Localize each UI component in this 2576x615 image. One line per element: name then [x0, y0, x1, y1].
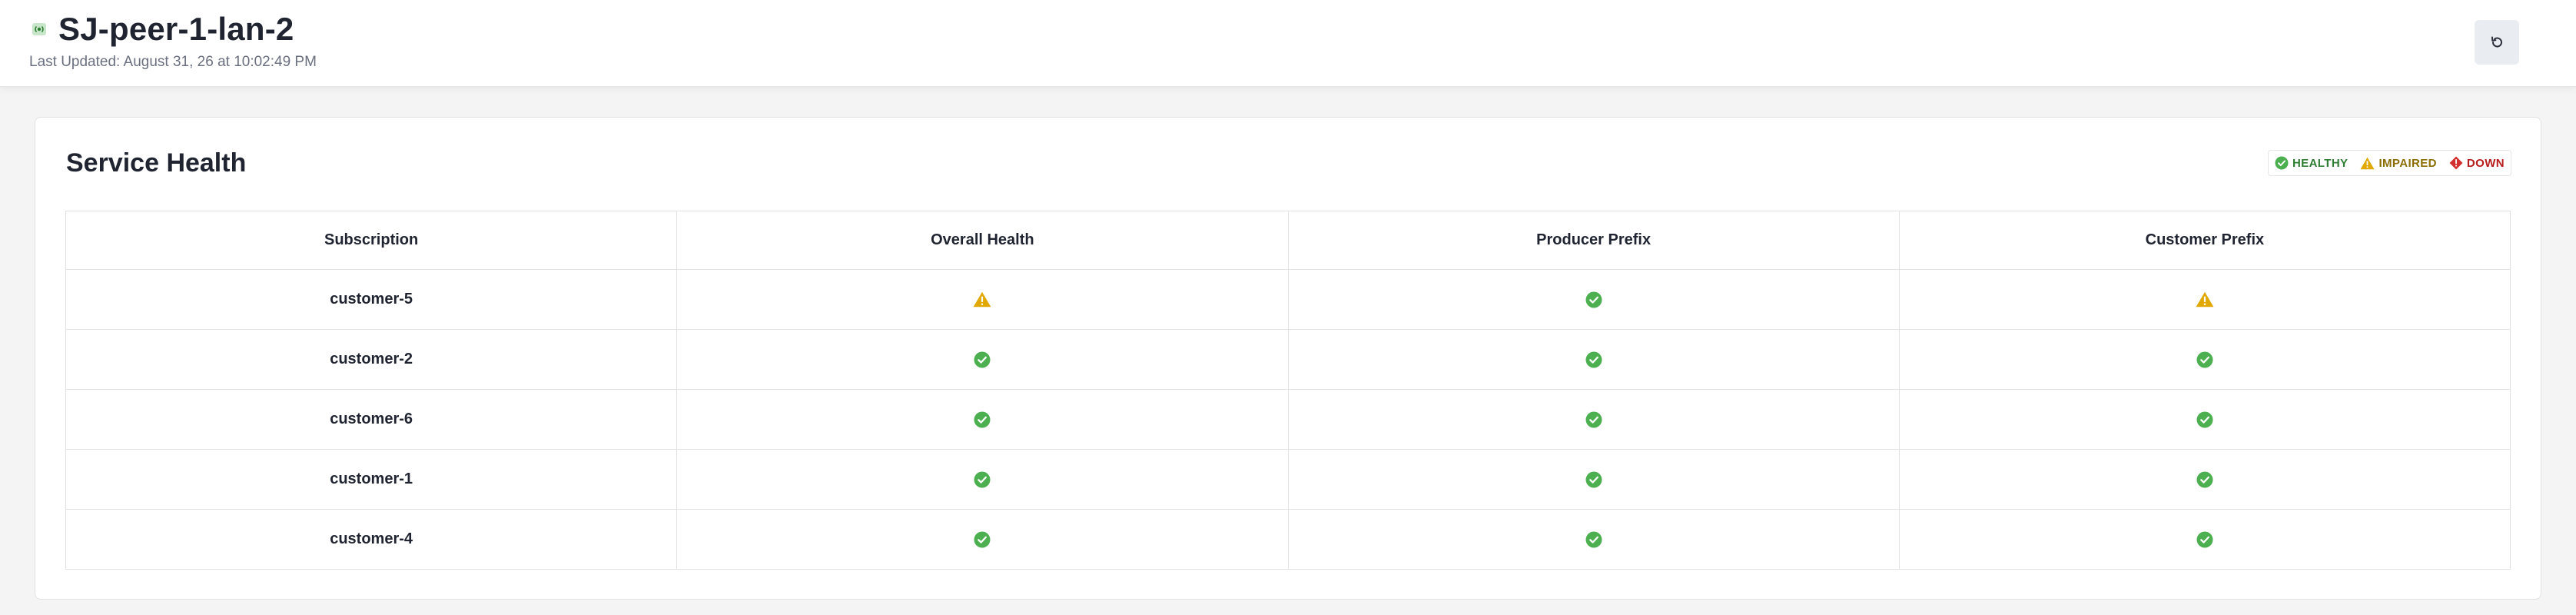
legend-down: DOWN	[2449, 156, 2505, 170]
page-title: SJ-peer-1-lan-2	[58, 11, 294, 47]
producer-prefix-status	[1287, 509, 1900, 570]
overall-health-status	[676, 329, 1289, 390]
subscription-name: customer-2	[65, 329, 678, 390]
service-health-table: Subscription Overall Health Producer Pre…	[65, 211, 2511, 570]
customer-prefix-status	[1898, 389, 2511, 450]
column-header-customer-prefix[interactable]: Customer Prefix	[1898, 211, 2511, 270]
producer-prefix-status	[1287, 329, 1900, 390]
healthy-icon	[2196, 530, 2213, 548]
healthy-icon	[1585, 351, 1602, 368]
column-header-producer-prefix[interactable]: Producer Prefix	[1287, 211, 1900, 270]
legend-healthy: HEALTHY	[2275, 156, 2349, 170]
producer-prefix-status	[1287, 269, 1900, 330]
warning-icon	[2196, 291, 2214, 308]
subscription-name: customer-1	[65, 449, 678, 510]
legend-impaired-label: IMPAIRED	[2378, 156, 2437, 170]
legend-impaired: IMPAIRED	[2360, 156, 2437, 170]
healthy-icon	[2275, 156, 2289, 170]
healthy-icon	[1585, 291, 1602, 308]
customer-prefix-status	[1898, 269, 2511, 330]
healthy-icon	[974, 411, 991, 428]
warning-icon	[973, 291, 991, 308]
healthy-icon	[974, 351, 991, 368]
title-row: SJ-peer-1-lan-2	[29, 8, 294, 51]
customer-prefix-status	[1898, 509, 2511, 570]
table-row[interactable]: customer-1	[65, 449, 2511, 510]
healthy-icon	[1585, 470, 1602, 488]
page-header: SJ-peer-1-lan-2 Last Updated: August 31,…	[0, 0, 2576, 87]
healthy-icon	[974, 470, 991, 488]
customer-prefix-status	[1898, 329, 2511, 390]
status-legend: HEALTHY IMPAIRED DOWN	[2267, 150, 2511, 176]
healthy-icon	[2196, 411, 2213, 428]
last-updated-text: Last Updated: August 31, 26 at 10:02:49 …	[29, 54, 317, 70]
refresh-icon	[2491, 36, 2502, 48]
card-title: Service Health	[66, 148, 247, 178]
warning-icon	[2360, 157, 2375, 169]
table-row[interactable]: customer-5	[65, 269, 2511, 330]
column-header-subscription[interactable]: Subscription	[65, 211, 678, 270]
down-icon	[2449, 156, 2463, 170]
overall-health-status	[676, 509, 1289, 570]
legend-healthy-label: HEALTHY	[2292, 156, 2349, 170]
broadcast-icon	[29, 19, 49, 39]
legend-down-label: DOWN	[2466, 156, 2505, 170]
overall-health-status	[676, 449, 1289, 510]
table-header-row: Subscription Overall Health Producer Pre…	[65, 211, 2511, 270]
customer-prefix-status	[1898, 449, 2511, 510]
refresh-button[interactable]	[2475, 20, 2519, 65]
overall-health-status	[676, 269, 1289, 330]
producer-prefix-status	[1287, 389, 1900, 450]
healthy-icon	[1585, 530, 1602, 548]
subscription-name: customer-4	[65, 509, 678, 570]
table-row[interactable]: customer-2	[65, 329, 2511, 390]
healthy-icon	[1585, 411, 1602, 428]
column-header-overall-health[interactable]: Overall Health	[676, 211, 1289, 270]
overall-health-status	[676, 389, 1289, 450]
table-row[interactable]: customer-4	[65, 509, 2511, 570]
healthy-icon	[2196, 470, 2213, 488]
producer-prefix-status	[1287, 449, 1900, 510]
subscription-name: customer-6	[65, 389, 678, 450]
table-row[interactable]: customer-6	[65, 389, 2511, 450]
subscription-name: customer-5	[65, 269, 678, 330]
service-health-card: Service Health HEALTHY IMPAIRED DOWN Sub…	[35, 117, 2541, 600]
healthy-icon	[974, 530, 991, 548]
healthy-icon	[2196, 351, 2213, 368]
